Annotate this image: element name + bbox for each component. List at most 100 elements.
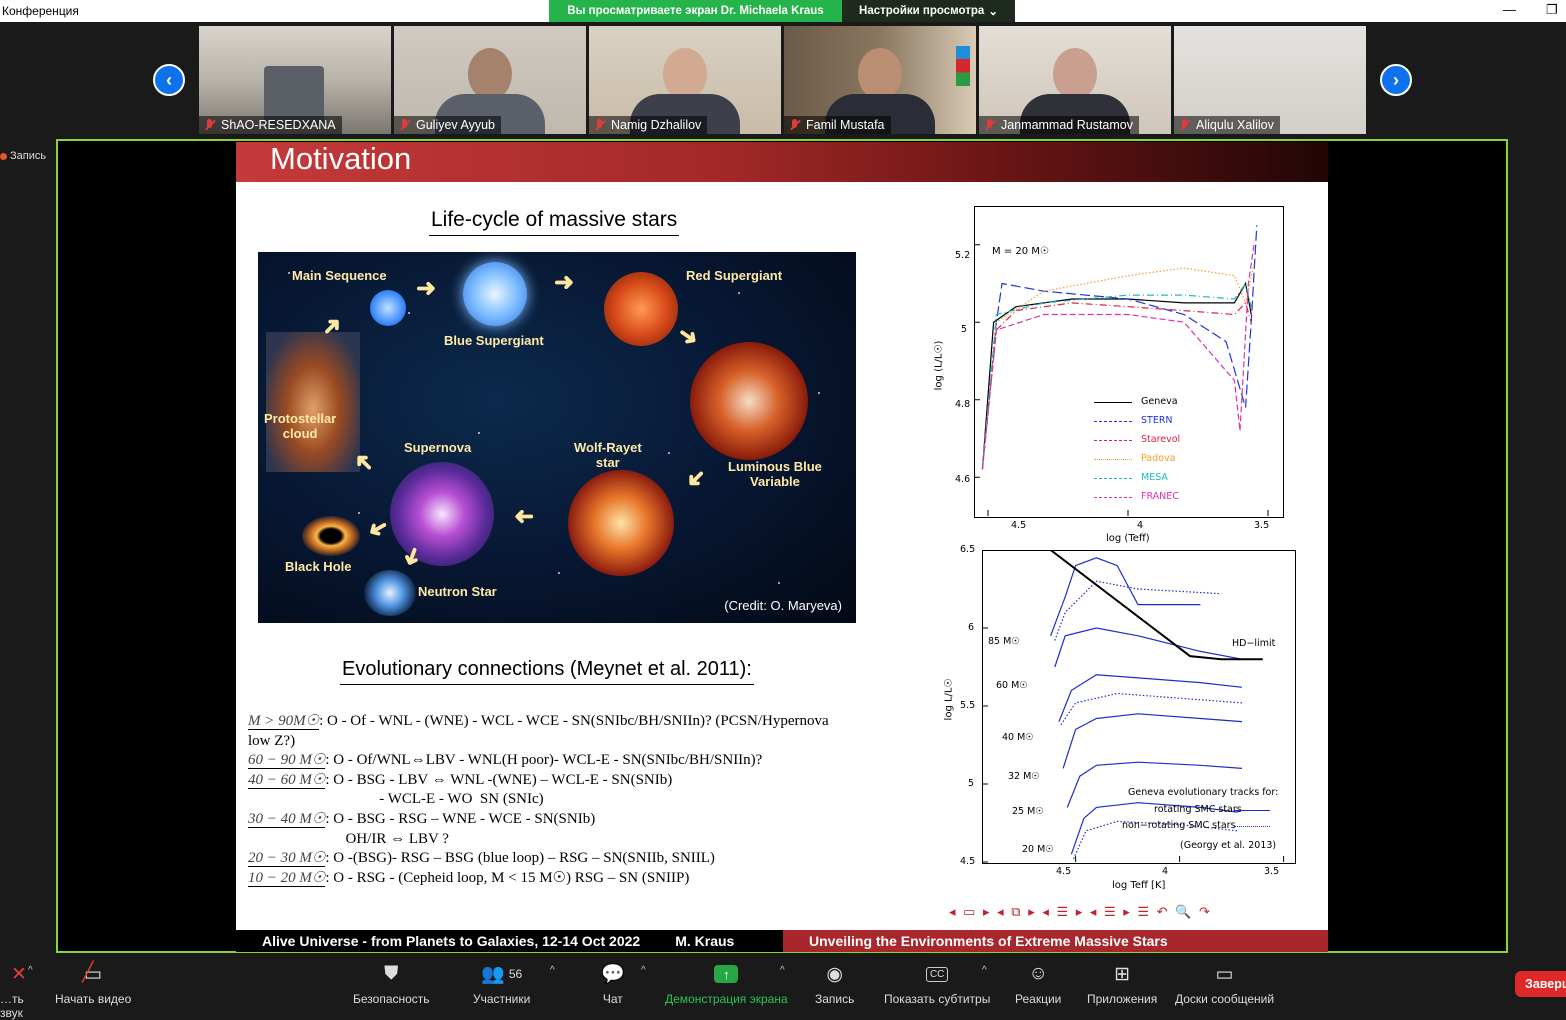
image-credit: (Credit: O. Maryeva) [724,598,842,613]
protostellar-cloud-image [266,332,360,472]
slide-footer-left: Alive Universe - from Planets to Galaxie… [236,930,783,952]
record-icon: ◉ [826,963,843,985]
arrow-icon: ➜ [672,319,705,354]
screen-share-banner: Вы просматриваете экран Dr. Michaela Kra… [549,0,842,22]
evolution-line: 20 − 30 M☉: O -(BSG)- RSG – BSG (blue lo… [248,850,715,868]
lbv-nebula [690,342,808,460]
whiteboard-icon: ▭ [1215,963,1234,985]
audio-options-caret[interactable]: ^ [28,965,33,976]
chevron-left-icon: ‹ [166,69,172,90]
y-axis-label: log L/L☉ [943,678,955,721]
plot-citation: (Georgy et al. 2013) [1180,840,1277,851]
chevron-down-icon: ⌄ [988,6,998,18]
share-screen-button[interactable]: ↑ Демонстрация экрана [665,963,788,1006]
legend-label: rotating SMC stars [1154,804,1242,815]
hrd-plot-20msun: M = 20 M☉ 5.2 5 4.8 4.6 4.5 4 3.5 log (T… [933,200,1296,550]
xtick-label: 4 [1162,866,1169,877]
participant-name: Janmammad Rustamov [979,116,1139,134]
mass-label: 60 M☉ [996,680,1028,691]
label-blue-supergiant: Blue Supergiant [444,333,544,348]
participant-tile[interactable]: Aliqulu Xalilov [1174,26,1366,134]
meeting-toolbar: ✕ …ть звук ^ ▭ ╱ Начать видео ⛊ Безопасно… [0,955,1566,1020]
red-supergiant-star [604,272,678,346]
restore-icon[interactable]: ❐ [1546,2,1558,18]
start-video-button[interactable]: ▭ ╱ Начать видео [55,962,131,1007]
evolution-line: 10 − 20 M☉: O - RSG - (Cepheid loop, M <… [248,869,690,887]
series-line-1 [1054,627,1243,668]
legend-label: MESA [1141,472,1168,483]
legend-label: non−rotating SMC stars [1122,820,1236,831]
mass-label: 85 M☉ [988,636,1020,647]
hrd-plot-smc-tracks: 6.5 6 5.5 5 4.5 4.5 4 3.5 log Teff [K] l… [926,544,1306,900]
mic-muted-icon [203,118,217,132]
record-button[interactable]: ◉ Запись [815,963,854,1007]
participant-tile[interactable]: Guliyev Ayyub [394,26,586,134]
black-hole-image [302,516,360,556]
arrow-icon: ➜ [679,461,713,496]
label-neutron-star: Neutron Star [418,584,497,599]
window-title-bar: Конференция Вы просматриваете экран Dr. … [0,0,1566,22]
captions-button[interactable]: CC Показать субтитры [884,963,990,1006]
mic-muted-icon [1178,118,1192,132]
apps-icon: ⊞ [1114,963,1131,985]
beamer-navigation-icons[interactable]: ◂ ▭ ▸ ◂ ⧉ ▸ ◂ ☰ ▸ ◂ ☰ ▸ ☰ ↶ 🔍 ↷ [949,904,1212,920]
app-title: Конференция [2,4,79,18]
ytick-label: 6 [968,622,975,633]
slide-footer-right: Unveiling the Environments of Extreme Ma… [783,930,1328,952]
participant-tile[interactable]: Famil Mustafa [784,26,976,134]
legend-label: STERN [1141,415,1173,426]
footer-author: M. Kraus [675,933,735,949]
minimize-icon[interactable]: — [1503,2,1516,17]
apps-button[interactable]: ⊞ Приложения [1087,963,1157,1007]
reactions-button[interactable]: ☺ Реакции [1015,963,1061,1006]
xtick-label: 4 [1137,520,1144,531]
label-main-sequence: Main Sequence [292,268,387,283]
xtick-label: 4.5 [1056,866,1072,877]
participant-tile[interactable]: Janmammad Rustamov [979,26,1171,134]
mic-muted-icon [788,118,802,132]
series-line-4 [981,282,1252,470]
participants-icon: 👥 56 [481,964,523,985]
evolution-line: OH/IR ⇔ LBV ? [248,830,449,847]
flag [956,46,970,86]
captions-options-caret[interactable]: ^ [982,965,987,976]
series-line-0 [981,281,1252,470]
participant-name: Famil Mustafa [784,116,891,134]
share-options-caret[interactable]: ^ [780,965,785,976]
share-screen-icon: ↑ [714,963,739,985]
participants-button[interactable]: 👥 56 Участники [473,963,530,1006]
presentation-slide: Motivation Life-cycle of massive stars M… [236,142,1328,952]
evolution-line: 30 − 40 M☉: O - BSG - RSG – WNE - WCE - … [248,810,596,828]
legend-swatch-rotating [1234,810,1270,811]
next-page-button[interactable]: › [1380,64,1412,96]
chevron-right-icon: › [1393,69,1399,90]
evolution-line: 60 − 90 M☉: O - Of/WNL⇔LBV - WNL(H poor)… [248,752,763,770]
label-supernova: Supernova [404,440,472,455]
chat-icon: 💬 [601,964,625,985]
chat-options-caret[interactable]: ^ [641,965,646,976]
participant-tile[interactable]: Namig Dzhalilov [589,26,781,134]
participants-options-caret[interactable]: ^ [550,965,555,976]
series-line-0 [1050,557,1201,637]
evolution-line: 40 − 60 M☉: O - BSG - LBV ⇔ WNL -(WNE) –… [248,771,673,789]
arrow-icon: ➜ [416,275,437,302]
series-line-4 [1066,761,1243,808]
mass-label: 40 M☉ [1002,732,1034,743]
label-protostellar-cloud: Protostellar cloud [264,411,337,441]
ytick-label: 5.5 [960,700,976,711]
legend-label: Starevol [1141,434,1181,445]
mass-label: 32 M☉ [1008,771,1040,782]
chat-button[interactable]: 💬 Чат [601,963,625,1006]
neutron-star-image [364,570,416,616]
mic-muted-icon [593,118,607,132]
series-line-3 [981,263,1255,470]
whiteboards-button[interactable]: ▭ Доски сообщений [1175,963,1274,1007]
legend-swatch-starevol [1094,440,1132,441]
participant-tile[interactable]: ShAO-RESEDXANA [199,26,391,134]
previous-page-button[interactable]: ‹ [153,64,185,96]
series-line-5 [981,244,1255,470]
security-button[interactable]: ⛊ Безопасность [353,963,430,1006]
end-meeting-button[interactable]: Заверш [1515,971,1566,997]
y-axis-label: log (L/L☉) [933,340,945,391]
view-settings-button[interactable]: Настройки просмотра ⌄ [842,0,1015,22]
